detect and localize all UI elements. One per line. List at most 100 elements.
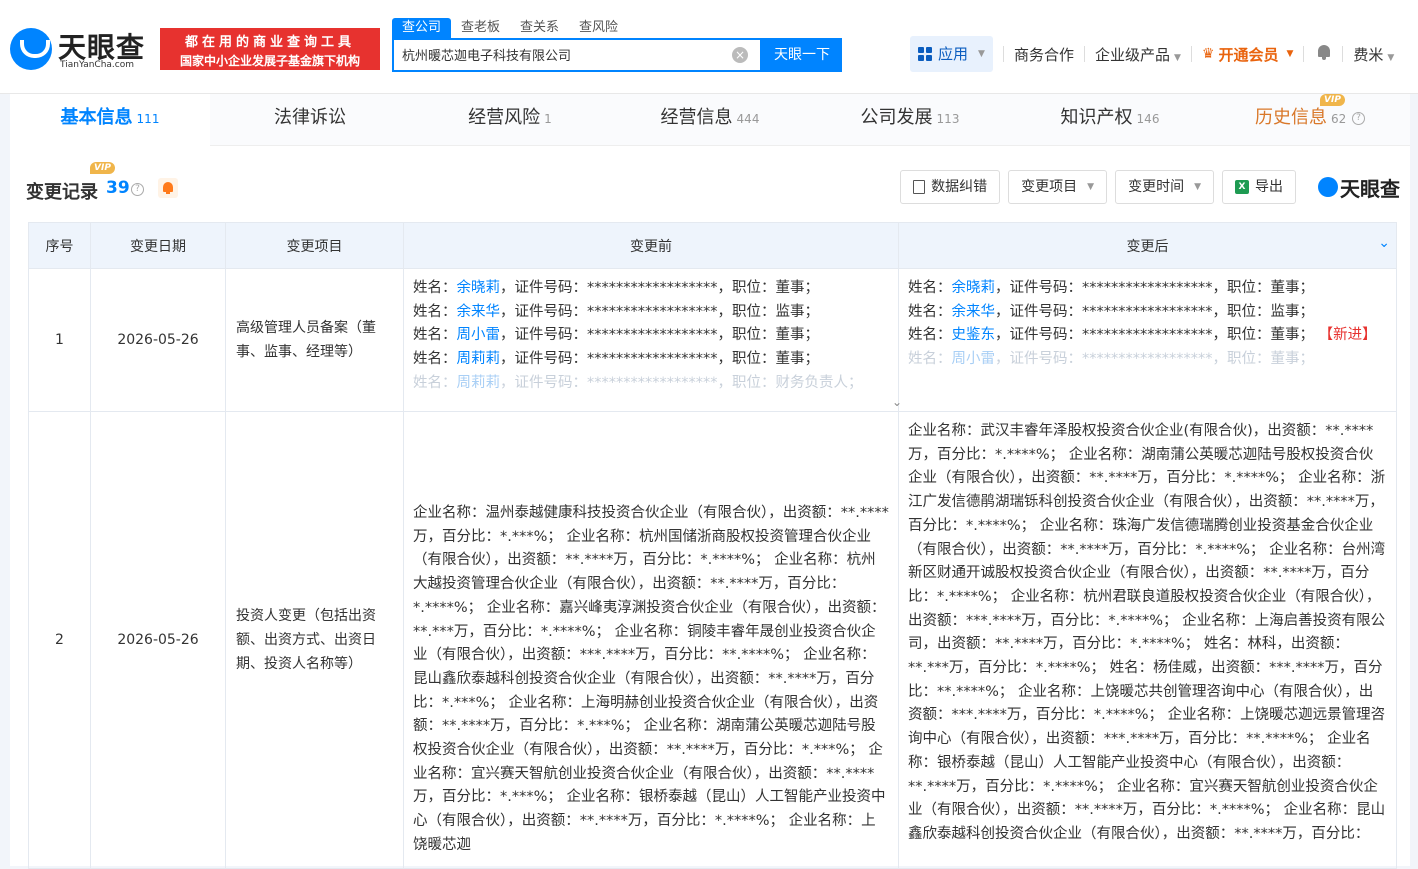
person-line: 姓名：余晓莉，证件号码：******************，职位：董事； [413,277,889,301]
row-no: 2 [28,411,91,869]
header-after: 变更后 ⌄ [898,222,1397,269]
person-detail: ，证件号码：******************，职位：董事； [500,351,819,368]
person-line: 姓名：周小雷，证件号码：******************，职位：董事； [908,348,1387,372]
person-detail: ，证件号码：******************，职位：监事； [500,303,819,320]
tab-label: 法律诉讼 [274,107,346,128]
table-row: 1 2026-05-26 高级管理人员备案（董事、监事、经理等） 姓名：余晓莉，… [28,268,1397,412]
top-header: 天眼查 TianYanCha.com 都在用的商业查询工具 国家中小企业发展子基… [0,0,1418,94]
tab-count: 113 [936,112,960,126]
tianyancha-logo[interactable]: 天眼查 TianYanCha.com [10,24,150,74]
search-tab-risk[interactable]: 查风险 [569,18,628,38]
promo-banner[interactable]: 都在用的商业查询工具 国家中小企业发展子基金旗下机构 [160,28,380,70]
nav-enterprise[interactable]: 企业级产品 ▼ [1095,44,1181,65]
help-icon[interactable]: ? [131,183,144,196]
apps-menu[interactable]: 应用 ▼ [910,36,993,72]
row-before: 姓名：余晓莉，证件号码：******************，职位：董事； 姓名：… [403,268,902,412]
new-tag: 【新进】 [1314,327,1377,344]
export-button[interactable]: X 导出 [1222,170,1296,204]
tab-risk[interactable]: 经营风险 1 [410,94,610,146]
search-tab-boss[interactable]: 查老板 [451,18,510,38]
tab-count: 146 [1136,112,1160,126]
person-detail: ，证件号码：******************，职位：董事； [500,327,819,344]
tab-basic-info[interactable]: 基本信息 111 [10,94,210,146]
before-content: 企业名称：温州泰越健康科技投资合伙企业（有限合伙），出资额：**.****万，百… [413,505,889,853]
vip-badge: VIP [1320,94,1345,106]
search-input[interactable] [402,47,722,62]
tab-label: 历史信息 [1254,107,1327,128]
tab-label: 公司发展 [860,107,933,128]
section-title: 变更记录 [26,182,98,203]
chevron-down-icon: ▼ [1194,182,1201,192]
tab-development[interactable]: 公司发展 113 [810,94,1010,146]
vip-badge: VIP [90,162,115,174]
clear-icon[interactable]: × [732,47,748,63]
crown-icon: ♛ [1201,46,1215,62]
person-label: 姓名： [413,280,457,296]
person-detail: ，证件号码：******************，职位：董事； [995,351,1314,368]
divider [1342,46,1344,62]
document-icon [913,180,926,194]
after-content: 姓名：余晓莉，证件号码：******************，职位：董事； 姓名：… [899,269,1396,411]
tab-operation[interactable]: 经营信息 444 [610,94,810,146]
tab-legal[interactable]: 法律诉讼 [210,94,410,146]
nav-vip[interactable]: ♛ 开通会员 ▼ [1202,44,1294,65]
nav-vip-label: 开通会员 [1218,45,1279,64]
before-content: 姓名：余晓莉，证件号码：******************，职位：董事； 姓名：… [404,269,898,411]
tab-count: 1 [544,112,552,126]
person-detail: ，证件号码：******************，职位：财务负责人； [500,374,863,391]
person-name-link[interactable]: 余晓莉 [457,280,501,296]
person-detail: ，证件号码：******************，职位：董事； [995,327,1314,344]
alert-bell-icon[interactable] [158,178,178,198]
logo-subtext: TianYanCha.com [60,60,135,70]
header-no: 序号 [28,222,91,269]
person-detail: ，证件号码：******************，职位：董事； [995,280,1314,296]
search-button[interactable]: 天眼一下 [762,38,842,72]
person-name-link[interactable]: 余来华 [457,304,501,320]
change-item-filter[interactable]: 变更项目 ▼ [1008,170,1108,204]
person-label: 姓名： [908,351,952,368]
nav-business[interactable]: 商务合作 [1014,44,1074,65]
tab-label: 经营风险 [468,107,541,128]
person-line: 姓名：余晓莉，证件号码：******************，职位：董事； [908,277,1387,301]
after-content: 企业名称：武汉丰睿年泽股权投资合伙企业(有限合伙)，出资额：**.****万，百… [908,423,1386,842]
collapse-all-icon[interactable]: ⌄ [1378,235,1390,251]
promo-line1: 都在用的商业查询工具 [184,35,355,50]
tab-ip[interactable]: 知识产权 146 [1010,94,1210,146]
person-name-link[interactable]: 史鉴东 [952,327,996,343]
data-correction-button[interactable]: 数据纠错 [900,170,1001,204]
person-name-link[interactable]: 周小雷 [457,327,501,343]
chevron-down-icon: ▼ [978,49,985,59]
search-tab-company[interactable]: 查公司 [392,18,452,38]
person-detail: ，证件号码：******************，职位：董事； [500,280,819,296]
person-name-link[interactable]: 余来华 [952,304,996,320]
top-nav: 应用 ▼ 商务合作 企业级产品 ▼ ♛ 开通会员 ▼ 费米 ▼ [910,36,1394,72]
header-before: 变更前 [403,222,899,269]
tab-history[interactable]: VIP 历史信息 62 ? [1210,94,1410,146]
help-icon[interactable]: ? [1352,111,1365,125]
bell-icon [1316,44,1332,60]
tab-label: 知识产权 [1060,107,1133,128]
chevron-down-icon: ▼ [1087,182,1095,192]
person-line: 姓名：余来华，证件号码：******************，职位：监事； [908,301,1387,325]
company-tabs: 基本信息 111 法律诉讼 经营风险 1 经营信息 444 公司发展 113 知识产权 1… [10,94,1410,146]
person-label: 姓名： [413,351,457,368]
logo-mark-icon [1318,177,1338,197]
apps-grid-icon [918,47,932,61]
person-name-link[interactable]: 周莉莉 [457,351,501,367]
person-name-link[interactable]: 周小雷 [952,351,996,367]
tab-count: 62 [1330,112,1347,126]
person-name-link[interactable]: 余晓莉 [952,280,996,296]
brand-text: 天眼查 [1340,176,1400,201]
apps-label: 应用 [938,45,969,63]
chevron-down-icon: ▼ [1173,52,1181,63]
user-menu[interactable]: 费米 ▼ [1353,44,1394,65]
person-line: 姓名：周小雷，证件号码：******************，职位：董事； [413,324,889,348]
change-time-filter[interactable]: 变更时间 ▼ [1115,170,1214,204]
data-correction-label: 数据纠错 [931,179,988,195]
notification-button[interactable] [1316,44,1332,64]
search-tab-relation[interactable]: 查关系 [510,18,569,38]
person-name-link[interactable]: 周莉莉 [457,375,501,391]
excel-icon: X [1235,180,1249,194]
row-before: 企业名称：温州泰越健康科技投资合伙企业（有限合伙），出资额：**.****万，百… [403,411,899,869]
row-item: 高级管理人员备案（董事、监事、经理等） [225,268,404,412]
